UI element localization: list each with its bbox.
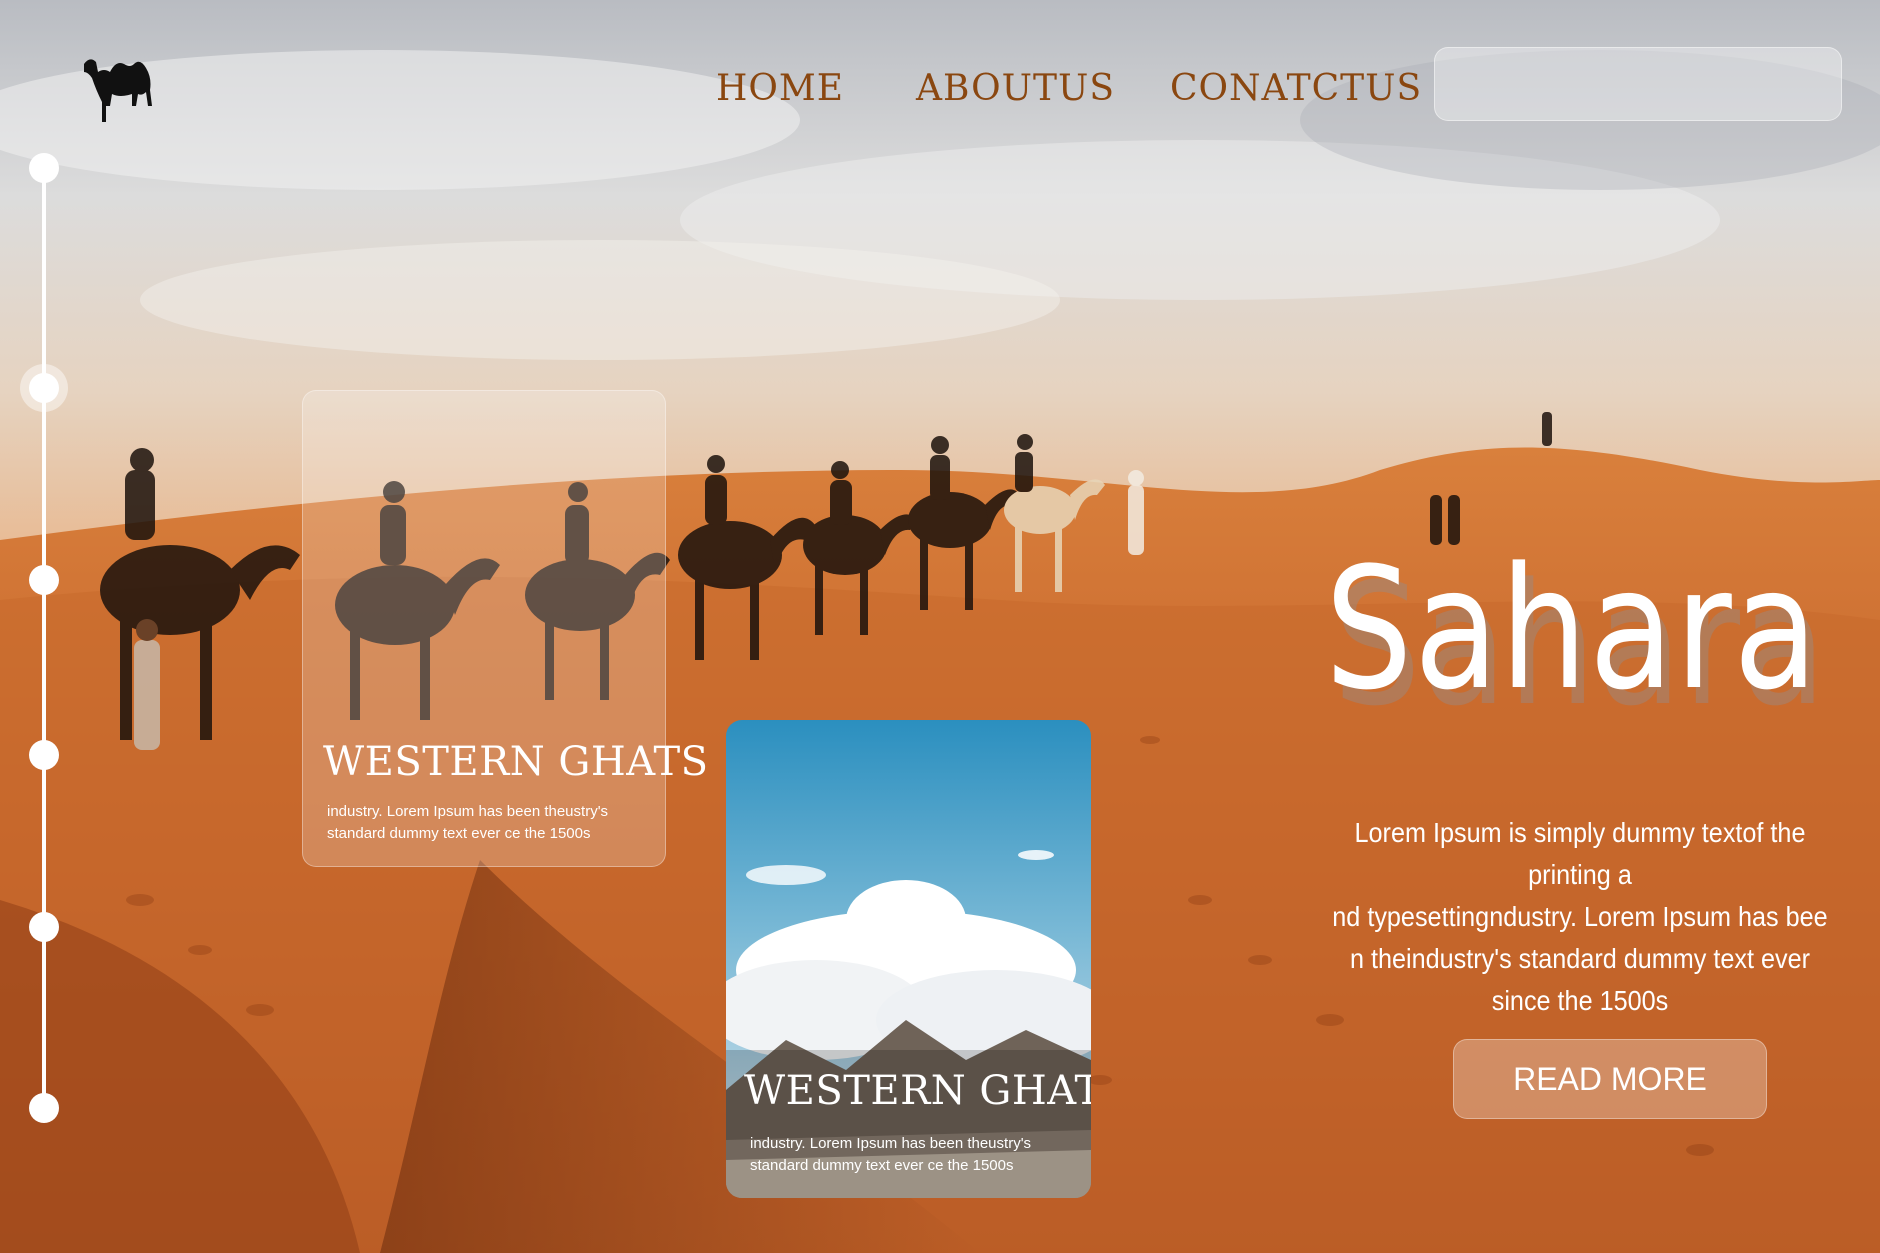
hero-description: Lorem Ipsum is simply dummy textof the p… [1328,812,1832,1022]
camel-icon[interactable] [80,50,166,136]
hero-desc-line-4: since the 1500s [1491,985,1669,1016]
hero-desc-line-3: n theindustry's standard dummy text ever [1349,943,1811,974]
destination-card-2[interactable]: WESTERN GHATS industry. Lorem Ipsum has … [726,720,1091,1198]
hero-title: Sahara [1325,531,1820,727]
hero-desc-line-2: nd typesettingndustry. Lorem Ipsum has b… [1332,901,1828,932]
read-more-button[interactable]: READ MORE [1453,1039,1767,1119]
nav-aboutus-link[interactable]: ABOUTUS [916,68,1115,112]
nav-home-link[interactable]: HOME [716,68,844,112]
card-2-text-line-2: standard dummy text ever ce the 1500s [750,1157,1014,1174]
slide-dot-5[interactable] [29,912,59,942]
destination-card-1[interactable]: WESTERN GHATS industry. Lorem Ipsum has … [302,390,708,867]
card-1-text-line-1: industry. Lorem Ipsum has been theustry'… [327,803,609,820]
slide-dot-4[interactable] [29,740,59,770]
card-2-text-line-1: industry. Lorem Ipsum has been theustry'… [750,1135,1032,1152]
slide-dot-3[interactable] [29,565,59,595]
card-1-text: industry. Lorem Ipsum has been theustry'… [327,801,647,845]
hero-desc-line-1: Lorem Ipsum is simply dummy textof the p… [1354,817,1806,890]
card-1-text-line-2: standard dummy text ever ce the 1500s [327,825,591,842]
search-input[interactable] [1434,47,1842,121]
slide-tracker-line [42,168,46,1108]
card-2-title: WESTERN GHATS [744,1068,1091,1114]
card-2-image [726,720,1091,1198]
card-2-text: industry. Lorem Ipsum has been theustry'… [750,1133,1070,1177]
nav-contactus-link[interactable]: CONATCTUS [1170,68,1422,112]
slide-dot-1[interactable] [29,153,59,183]
card-1-title: WESTERN GHATS [323,739,709,785]
slide-dot-2-active[interactable] [20,364,68,412]
slide-dot-6[interactable] [29,1093,59,1123]
